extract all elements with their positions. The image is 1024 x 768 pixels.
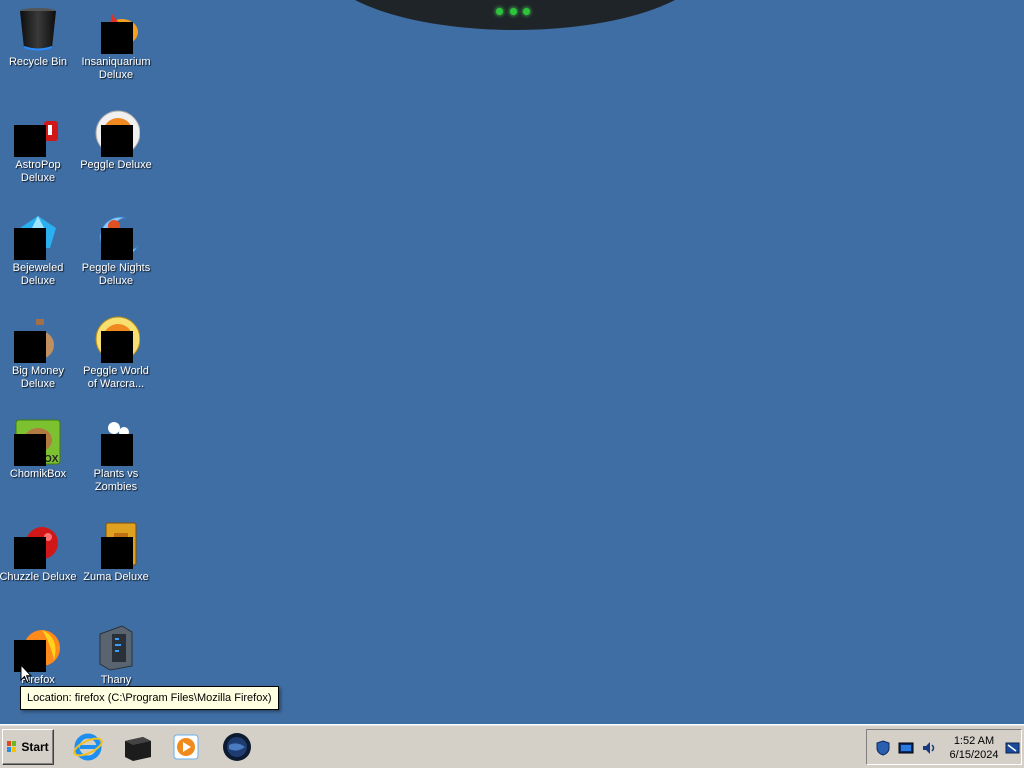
- desktop-icon-zuma[interactable]: Zuma Deluxe: [77, 521, 155, 584]
- clock-date: 6/15/2024: [949, 749, 999, 761]
- desktop-icon-chuzzle[interactable]: Chuzzle Deluxe: [0, 521, 77, 584]
- peggle-nights-icon: [92, 212, 140, 260]
- peggle-wow-icon: [92, 315, 141, 363]
- desktop-icon-plants-vs-zombies[interactable]: Plants vs Zombies: [77, 418, 155, 494]
- redacted-mask: [14, 125, 46, 157]
- icon-label: Chuzzle Deluxe: [0, 571, 77, 583]
- redacted-mask: [101, 228, 133, 260]
- system-tray: 1:52 AM 6/15/2024: [866, 729, 1022, 765]
- icon-label: Peggle Nights Deluxe: [81, 262, 151, 287]
- media-player-icon[interactable]: [170, 731, 202, 763]
- desktop-icon-bejeweled[interactable]: Bejeweled Deluxe: [0, 212, 77, 288]
- internet-explorer-icon[interactable]: [72, 731, 104, 763]
- desktop-icon-thany[interactable]: Thany: [77, 624, 155, 687]
- icon-label: Big Money Deluxe: [12, 365, 64, 390]
- show-desktop-icon[interactable]: [1005, 740, 1021, 756]
- redacted-mask: [14, 537, 46, 569]
- top-dock-shape: [320, 0, 710, 30]
- taskbar: Start 1:52 AM 6/15/2024: [0, 724, 1024, 768]
- location-tooltip: Location: firefox (C:\Program Files\Mozi…: [20, 686, 279, 710]
- redacted-mask: [14, 228, 46, 260]
- redacted-mask: [14, 434, 46, 466]
- icon-label: ChomikBox: [9, 468, 67, 480]
- start-label: Start: [21, 740, 49, 754]
- recycle-bin-icon: [14, 6, 62, 54]
- start-button[interactable]: Start: [2, 729, 54, 765]
- clock[interactable]: 1:52 AM 6/15/2024: [939, 734, 1009, 762]
- redacted-mask: [14, 331, 46, 363]
- desktop-icon-big-money[interactable]: Big Money Deluxe: [0, 315, 77, 391]
- desktop: Recycle Bin Insaniquarium Deluxe AstroPo…: [0, 0, 1024, 724]
- chomikbox-icon: OX: [14, 418, 62, 466]
- redacted-mask: [101, 537, 133, 569]
- desktop-icon-chomikbox[interactable]: OX ChomikBox: [0, 418, 77, 481]
- windows-flag-icon: [7, 741, 17, 753]
- bejeweled-icon: [14, 212, 62, 260]
- desktop-icon-firefox[interactable]: Firefox: [0, 624, 77, 687]
- icon-label: Bejeweled Deluxe: [12, 262, 64, 287]
- icon-label: Peggle Deluxe: [80, 159, 152, 171]
- chuzzle-icon: [14, 521, 62, 569]
- insaniquarium-icon: [92, 6, 140, 54]
- icon-label: Plants vs Zombies: [93, 468, 139, 493]
- desktop-icon-peggle[interactable]: Peggle Deluxe: [77, 109, 155, 172]
- volume-icon[interactable]: [921, 740, 937, 756]
- icon-label: Recycle Bin: [8, 56, 68, 68]
- icon-label: Zuma Deluxe: [83, 571, 149, 583]
- desktop-icon-peggle-wow[interactable]: Peggle World of Warcra...: [77, 315, 155, 391]
- shield-icon[interactable]: [875, 740, 891, 756]
- clock-time: 1:52 AM: [953, 735, 995, 747]
- thany-icon: [92, 624, 140, 672]
- desktop-icon-insaniquarium[interactable]: Insaniquarium Deluxe: [77, 6, 155, 82]
- mouse-cursor-icon: [20, 663, 33, 687]
- zuma-icon: [92, 521, 140, 569]
- astropop-icon: [14, 109, 62, 157]
- icon-label: Peggle World of Warcra...: [83, 365, 149, 390]
- display-icon[interactable]: [898, 740, 914, 756]
- globe-icon[interactable]: [221, 731, 253, 763]
- plants-vs-zombies-icon: [92, 418, 140, 466]
- big-money-icon: [14, 315, 62, 363]
- icon-label: AstroPop Deluxe: [15, 159, 61, 184]
- status-lights-icon: [496, 6, 530, 16]
- desktop-icon-peggle-nights[interactable]: Peggle Nights Deluxe: [77, 212, 155, 288]
- peggle-icon: [92, 109, 141, 157]
- desktop-icon-recycle-bin[interactable]: Recycle Bin: [0, 6, 77, 69]
- desktop-icon-astropop[interactable]: AstroPop Deluxe: [0, 109, 77, 185]
- redacted-mask: [101, 125, 133, 157]
- redacted-mask: [101, 22, 133, 54]
- redacted-mask: [101, 434, 133, 466]
- svg-text:OX: OX: [44, 454, 59, 465]
- media-center-icon[interactable]: [121, 731, 153, 763]
- redacted-mask: [101, 331, 133, 363]
- icon-label: Insaniquarium Deluxe: [81, 56, 151, 81]
